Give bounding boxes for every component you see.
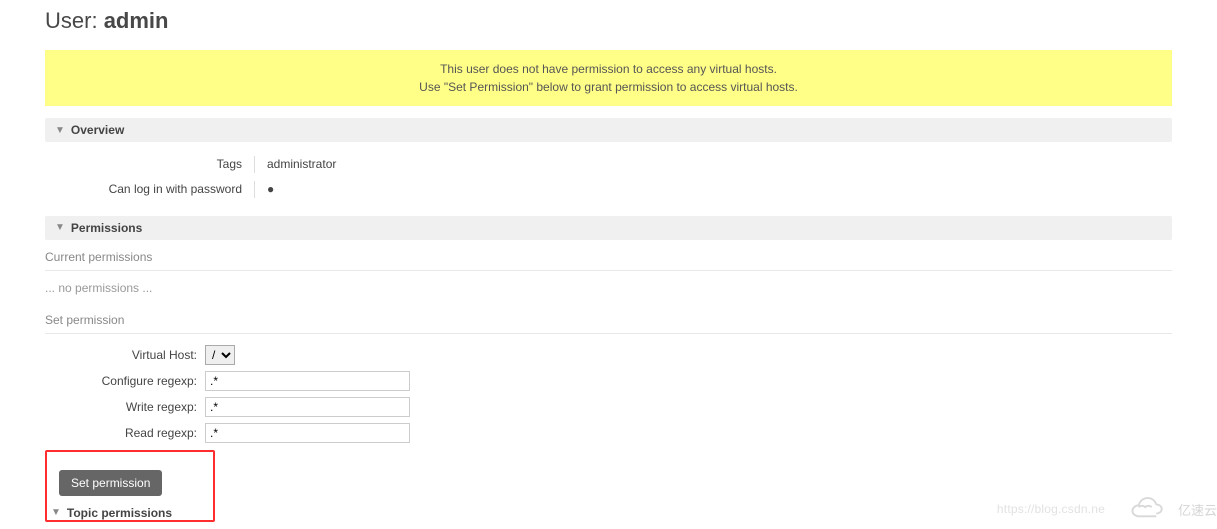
watermark-brand: 亿速云 <box>1178 500 1217 519</box>
watermark-url: https://blog.csdn.ne <box>997 502 1105 516</box>
permissions-header-label: Permissions <box>71 221 142 235</box>
overview-row-login: Can log in with password ● <box>45 177 1172 202</box>
form-row-configure: Configure regexp: <box>45 368 1172 394</box>
read-label: Read regexp: <box>45 426 205 440</box>
form-row-write: Write regexp: <box>45 394 1172 420</box>
overview-header-label: Overview <box>71 123 124 137</box>
set-permission-form: Virtual Host: / Configure regexp: Write … <box>45 334 1172 446</box>
write-input[interactable] <box>205 397 410 417</box>
cloud-icon <box>1115 495 1170 523</box>
vhost-select[interactable]: / <box>205 345 235 365</box>
warning-line-1: This user does not have permission to ac… <box>45 60 1172 78</box>
overview-row-tags: Tags administrator <box>45 152 1172 177</box>
write-label: Write regexp: <box>45 400 205 414</box>
no-permissions-text: ... no permissions ... <box>45 271 1172 303</box>
chevron-down-icon: ▼ <box>55 222 65 233</box>
overview-login-value: ● <box>255 181 274 198</box>
overview-login-label: Can log in with password <box>45 181 255 198</box>
overview-tags-value: administrator <box>255 156 336 173</box>
overview-tags-label: Tags <box>45 156 255 173</box>
overview-section-header[interactable]: ▼ Overview <box>45 118 1172 142</box>
read-input[interactable] <box>205 423 410 443</box>
set-permission-button[interactable]: Set permission <box>59 470 162 496</box>
vhost-label: Virtual Host: <box>45 348 205 362</box>
overview-table: Tags administrator Can log in with passw… <box>45 152 1172 202</box>
configure-label: Configure regexp: <box>45 374 205 388</box>
warning-line-2: Use "Set Permission" below to grant perm… <box>45 78 1172 96</box>
page-title-prefix: User: <box>45 8 104 33</box>
chevron-down-icon: ▼ <box>51 507 61 518</box>
topic-permissions-header-label: Topic permissions <box>67 506 172 520</box>
set-permission-subhead: Set permission <box>45 307 1172 334</box>
chevron-down-icon: ▼ <box>55 125 65 136</box>
configure-input[interactable] <box>205 371 410 391</box>
warning-banner: This user does not have permission to ac… <box>45 50 1172 106</box>
current-permissions-subhead: Current permissions <box>45 244 1172 271</box>
page-title-username: admin <box>104 8 169 33</box>
watermark: https://blog.csdn.ne 亿速云 <box>997 495 1217 523</box>
form-row-vhost: Virtual Host: / <box>45 342 1172 368</box>
form-row-read: Read regexp: <box>45 420 1172 446</box>
page-title: User: admin <box>45 8 1172 34</box>
permissions-section-header[interactable]: ▼ Permissions <box>45 216 1172 240</box>
